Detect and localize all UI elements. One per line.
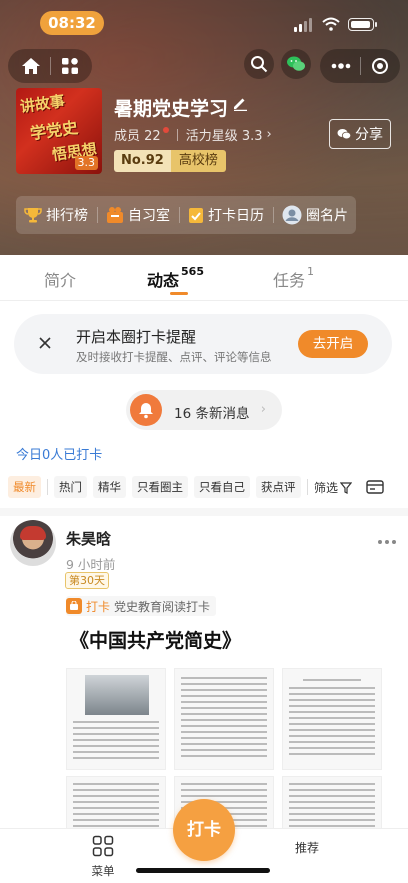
edit-icon[interactable] [232, 95, 248, 111]
wechat-button[interactable] [281, 49, 311, 79]
func-ranking[interactable]: 排行榜 [24, 205, 88, 225]
search-button[interactable] [244, 49, 274, 79]
group-title: 暑期党史学习 [114, 98, 229, 120]
chevron-right-icon: › [266, 127, 272, 142]
new-messages-label: 16 条新消息 [174, 406, 250, 422]
home-indicator [136, 868, 270, 873]
more-icon[interactable] [378, 540, 396, 544]
enable-reminder-button[interactable]: 去开启 [298, 330, 368, 358]
vitality-label[interactable]: 活力星级 3.3 [186, 125, 263, 144]
post-title: 《中国共产党简史》 [70, 630, 242, 652]
active-tab-indicator [170, 292, 188, 295]
group-header: 08:32 讲故事 学党史 悟思想 3.3 暑期党史学习 成员 22 活力星级 … [0, 0, 408, 255]
checkin-task-name: 党史教育阅读打卡 [114, 599, 211, 614]
bottom-nav: 菜单 打卡 推荐 [0, 799, 408, 883]
filter-hot[interactable]: 热门 [54, 476, 87, 498]
checkin-reminder-card: 开启本圈打卡提醒 及时接收打卡提醒、点评、评论等信息 去开启 [14, 314, 392, 374]
circle-card-icon [282, 205, 302, 225]
today-checkin-count[interactable]: 今日0人已打卡 [16, 444, 102, 463]
wechat-icon [287, 56, 305, 71]
trophy-icon [24, 208, 42, 223]
close-miniprogram-icon[interactable] [371, 57, 389, 75]
nav-capsule-right [320, 49, 400, 83]
checkin-bag-icon [66, 598, 82, 614]
search-icon [251, 56, 268, 73]
tab-label: 简介 [44, 271, 77, 290]
function-bar: 排行榜 自习室 打卡日历 圈名片 [16, 196, 356, 234]
study-room-icon [107, 207, 123, 223]
checkin-label: 打卡 [86, 599, 111, 614]
filter-reviewed[interactable]: 获点评 [256, 476, 301, 498]
tab-tasks[interactable]: 任务 1 [273, 265, 315, 291]
tab-label: 动态 [147, 271, 180, 290]
post-image[interactable] [282, 668, 382, 770]
rank-list-name: 高校榜 [170, 150, 226, 172]
bell-icon [130, 394, 162, 426]
nav-capsule-left [8, 49, 92, 83]
day-badge: 第30天 [65, 572, 109, 589]
filter-label: 筛选 [314, 481, 339, 495]
func-label: 圈名片 [306, 208, 348, 224]
post-image[interactable] [66, 668, 166, 770]
cover-score: 3.3 [74, 156, 98, 170]
rank-number: No.92 [114, 150, 171, 172]
status-time: 08:32 [40, 11, 104, 35]
reminder-subtitle: 及时接收打卡提醒、点评、评论等信息 [76, 350, 272, 364]
calendar-icon [189, 208, 203, 223]
post-images [66, 668, 384, 878]
tab-intro[interactable]: 简介 [44, 267, 76, 291]
group-meta: 成员 22 活力星级 3.3 › [114, 125, 272, 144]
tab-label: 任务 [273, 271, 306, 290]
filter-button[interactable]: 筛选 [314, 479, 353, 496]
section-divider [0, 508, 408, 516]
tab-feed[interactable]: 动态 565 [147, 265, 204, 291]
filter-latest[interactable]: 最新 [8, 476, 41, 498]
checkin-task-tag[interactable]: 打卡 党史教育阅读打卡 [66, 596, 217, 616]
more-options-icon[interactable] [331, 63, 351, 69]
tab-count: 1 [307, 265, 315, 278]
members-label[interactable]: 成员 22 [114, 125, 161, 144]
menu-grid-icon [92, 835, 114, 857]
home-icon[interactable] [21, 57, 41, 75]
func-circle-card[interactable]: 圈名片 [282, 205, 348, 225]
document-icon[interactable] [366, 479, 384, 495]
notification-dot [162, 126, 169, 133]
funnel-icon [340, 481, 353, 494]
filter-owner-only[interactable]: 只看圈主 [132, 476, 188, 498]
func-checkin-calendar[interactable]: 打卡日历 [188, 205, 264, 225]
signal-icon [294, 18, 314, 32]
group-cover-image[interactable]: 讲故事 学党史 悟思想 3.3 [16, 88, 102, 174]
filter-mine-only[interactable]: 只看自己 [194, 476, 250, 498]
post-time: 9 小时前 [66, 557, 116, 572]
checkin-button[interactable]: 打卡 [173, 799, 235, 861]
menu-button[interactable]: 菜单 [88, 835, 118, 879]
new-messages-pill[interactable]: 16 条新消息 › [126, 390, 282, 430]
share-button[interactable]: 分享 [329, 119, 391, 149]
menu-label: 菜单 [91, 864, 115, 878]
func-label: 自习室 [128, 208, 170, 224]
cover-text-2: 学党史 [28, 117, 80, 144]
chevron-right-icon: › [260, 402, 266, 417]
tab-count: 565 [181, 265, 204, 278]
recommend-button[interactable]: 推荐 [295, 839, 319, 856]
filter-featured[interactable]: 精华 [93, 476, 126, 498]
func-label: 打卡日历 [208, 208, 264, 224]
close-icon[interactable] [38, 336, 52, 350]
reminder-title: 开启本圈打卡提醒 [76, 328, 197, 346]
apps-icon[interactable] [61, 57, 79, 75]
battery-icon [348, 18, 377, 31]
cover-text-1: 讲故事 [18, 91, 66, 117]
app-screen: { "status_bar": { "time": "08:32" }, "gr… [0, 0, 408, 883]
avatar[interactable] [10, 520, 56, 566]
func-study-room[interactable]: 自习室 [106, 205, 170, 225]
post-author[interactable]: 朱昊晗 [66, 528, 111, 549]
rank-badge[interactable]: No.92 高校榜 [114, 150, 226, 172]
share-label: 分享 [355, 127, 383, 143]
wechat-share-icon [337, 129, 351, 140]
status-bar: 08:32 [0, 8, 408, 35]
content-tabs: 简介 动态 565 任务 1 [0, 255, 408, 301]
wifi-icon [322, 17, 340, 31]
post-image[interactable] [174, 668, 274, 770]
func-label: 排行榜 [46, 208, 88, 224]
